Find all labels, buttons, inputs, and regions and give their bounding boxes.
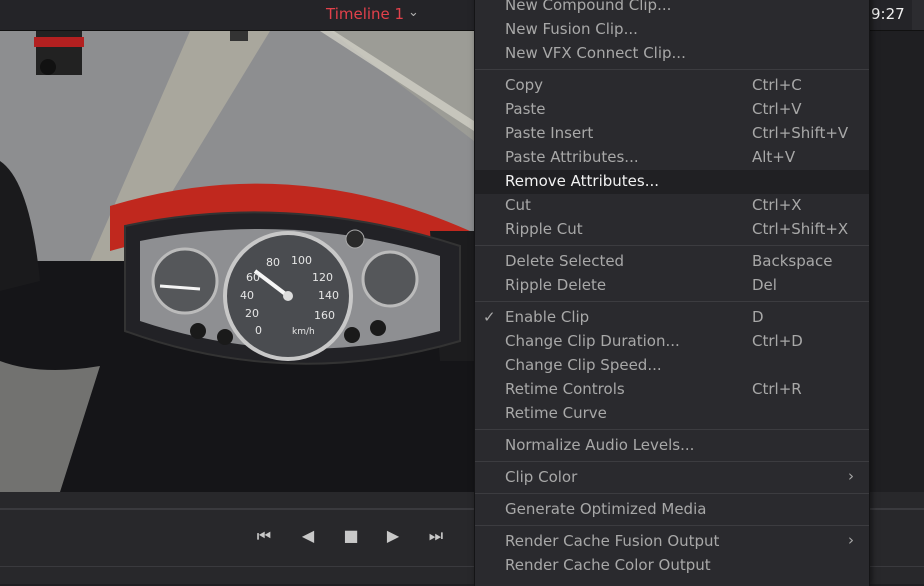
stop-icon[interactable]: ■ [338,526,364,546]
play-reverse-icon[interactable]: ◀ [295,526,321,546]
menu-item-delete-selected[interactable]: Delete Selected Backspace [475,250,869,274]
timeline-title[interactable]: Timeline 1 [326,5,404,23]
menu-item-label: New VFX Connect Clip... [505,44,686,62]
menu-item-label: Render Cache Color Output [505,556,711,574]
menu-item-remove-attributes[interactable]: Remove Attributes... [475,170,869,194]
menu-item-retime-controls[interactable]: Retime Controls Ctrl+R [475,378,869,402]
menu-item-new-fusion-clip[interactable]: New Fusion Clip... [475,18,869,42]
menu-item-label: Copy [505,76,544,94]
menu-item-label: Paste Attributes... [505,148,639,166]
speedometer-tick: 40 [240,289,254,302]
menu-item-label: Generate Optimized Media [505,500,707,518]
menu-item-shortcut: Backspace [752,252,833,270]
menu-item-change-clip-speed[interactable]: Change Clip Speed... [475,354,869,378]
menu-item-shortcut: Ctrl+R [752,380,802,398]
menu-item-label: Change Clip Duration... [505,332,680,350]
menu-item-label: Ripple Delete [505,276,607,294]
video-viewer[interactable]: 0 20 40 60 80 100 120 140 160 km/h [0,31,474,492]
speedometer-tick: 60 [246,271,260,284]
speedometer-tick: 80 [266,256,280,269]
menu-item-generate-optimized-media[interactable]: Generate Optimized Media [475,498,869,522]
menu-separator [475,461,869,462]
speedometer-tick: 0 [255,324,262,337]
menu-separator [475,429,869,430]
menu-item-ripple-cut[interactable]: Ripple Cut Ctrl+Shift+X [475,218,869,242]
context-menu: New Compound Clip... New Fusion Clip... Ne… [474,0,870,586]
menu-item-label: Retime Curve [505,404,607,422]
menu-item-shortcut: Alt+V [752,148,796,166]
menu-item-new-compound-clip[interactable]: New Compound Clip... [475,0,869,18]
video-frame: 0 20 40 60 80 100 120 140 160 km/h [0,31,474,492]
menu-item-label: Cut [505,196,531,214]
menu-item-cut[interactable]: Cut Ctrl+X [475,194,869,218]
speedometer-tick: 100 [291,254,312,267]
menu-item-new-vfx-connect-clip[interactable]: New VFX Connect Clip... [475,42,869,66]
play-icon[interactable]: ▶ [380,526,406,546]
menu-item-change-clip-duration[interactable]: Change Clip Duration... Ctrl+D [475,330,869,354]
speedometer-tick: 160 [314,309,335,322]
menu-item-label: Normalize Audio Levels... [505,436,695,454]
menu-item-clip-color[interactable]: Clip Color › [475,466,869,490]
menu-item-shortcut: Ctrl+Shift+V [752,124,849,142]
speedometer-tick: 120 [312,271,333,284]
menu-item-render-cache-fusion-output[interactable]: Render Cache Fusion Output › [475,530,869,554]
menu-item-label: New Compound Clip... [505,0,672,14]
menu-item-normalize-audio-levels[interactable]: Normalize Audio Levels... [475,434,869,458]
menu-item-enable-clip[interactable]: ✓ Enable Clip D [475,306,869,330]
menu-separator [475,525,869,526]
checkmark-icon: ✓ [483,308,496,326]
menu-item-label: Paste Insert [505,124,594,142]
menu-item-paste[interactable]: Paste Ctrl+V [475,98,869,122]
menu-separator [475,69,869,70]
speedometer-tick: 140 [318,289,339,302]
timecode-display: 9:27 [871,5,905,23]
menu-separator [475,245,869,246]
menu-item-label: Paste [505,100,546,118]
menu-item-shortcut: Del [752,276,777,294]
menu-separator [475,301,869,302]
chevron-right-icon: › [848,531,854,549]
menu-item-label: New Fusion Clip... [505,20,638,38]
menu-item-label: Retime Controls [505,380,625,398]
jump-to-start-icon[interactable]: ⏮ [251,526,277,546]
menu-item-shortcut: Ctrl+Shift+X [752,220,849,238]
menu-item-label: Ripple Cut [505,220,583,238]
speedometer-tick: 20 [245,307,259,320]
menu-item-label: Change Clip Speed... [505,356,662,374]
menu-item-label: Clip Color [505,468,578,486]
menu-separator [475,493,869,494]
menu-item-label: Delete Selected [505,252,625,270]
menu-item-shortcut: Ctrl+D [752,332,803,350]
menu-item-render-cache-color-output[interactable]: Render Cache Color Output [475,554,869,578]
menu-item-shortcut: Ctrl+V [752,100,802,118]
menu-item-copy[interactable]: Copy Ctrl+C [475,74,869,98]
chevron-down-icon[interactable]: ⌄ [408,5,419,20]
speedometer-unit: km/h [292,327,315,337]
menu-item-label: Enable Clip [505,308,590,326]
menu-item-paste-insert[interactable]: Paste Insert Ctrl+Shift+V [475,122,869,146]
header-corner [912,0,924,30]
chevron-right-icon: › [848,467,854,485]
menu-item-paste-attributes[interactable]: Paste Attributes... Alt+V [475,146,869,170]
menu-item-label: Remove Attributes... [505,172,659,190]
menu-item-shortcut: D [752,308,764,326]
menu-item-label: Render Cache Fusion Output [505,532,720,550]
jump-to-end-icon[interactable]: ⏭ [423,526,449,546]
menu-item-shortcut: Ctrl+C [752,76,802,94]
menu-item-ripple-delete[interactable]: Ripple Delete Del [475,274,869,298]
menu-item-retime-curve[interactable]: Retime Curve [475,402,869,426]
menu-item-shortcut: Ctrl+X [752,196,802,214]
